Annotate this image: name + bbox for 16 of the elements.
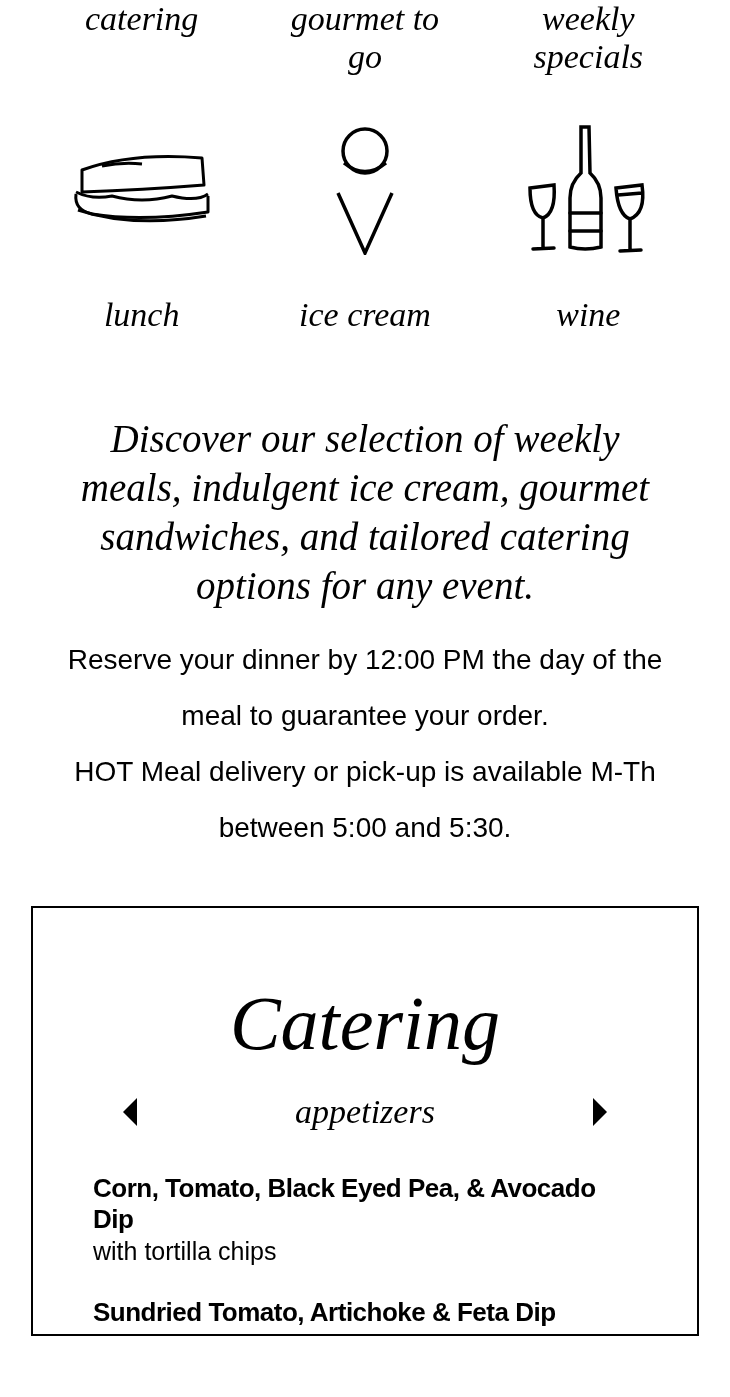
menu-item-description: with tortilla chips	[93, 1236, 278, 1267]
category-link[interactable]: wine	[556, 296, 621, 334]
category-link[interactable]: ice cream	[299, 296, 431, 334]
menu-item-name: Corn, Tomato, Black Eyed Pea, & Avocado Dip	[93, 1173, 597, 1235]
category-heading: appetizers	[295, 1092, 435, 1132]
section-title: Catering	[228, 980, 502, 1067]
previous-arrow-button[interactable]	[123, 1097, 139, 1126]
menu-item-name: Sundried Tomato, Artichoke & Feta Dip	[93, 1297, 557, 1328]
category-link[interactable]: lunch	[103, 296, 180, 334]
next-arrow-button[interactable]	[591, 1097, 607, 1126]
notice-text: Reserve your dinner by 12:00 PM the day of the meal to guarantee your order.	[66, 643, 664, 733]
category-link[interactable]: weekly specials	[513, 0, 664, 76]
category-link[interactable]: catering	[66, 0, 217, 38]
notice-text: HOT Meal delivery or pick-up is available M-Th between 5:00 and 5:30.	[73, 755, 657, 845]
headline: Discover our selection of weekly meals, indulgent ice cream, gourmet sandwiches, and tailored catering options for any event.	[79, 416, 651, 610]
category-link[interactable]: gourmet to go	[290, 0, 440, 76]
